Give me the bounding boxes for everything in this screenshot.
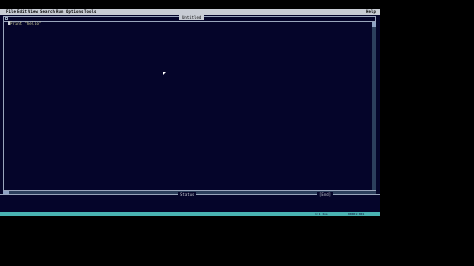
ide-screen: File Edit View Search Run Options Tools …: [0, 9, 380, 216]
scroll-thumb[interactable]: [372, 22, 376, 27]
menu-run[interactable]: Run: [56, 9, 64, 15]
close-icon[interactable]: [5, 17, 8, 20]
mouse-pointer-icon: [163, 72, 166, 75]
menu-edit[interactable]: Edit: [17, 9, 27, 15]
code-line[interactable]: Print "hello": [10, 21, 41, 26]
menu-options[interactable]: Options: [66, 9, 84, 15]
status-title: Status: [178, 192, 197, 197]
line-indicator: 00001:001: [348, 212, 365, 216]
menu-search[interactable]: Search: [40, 9, 55, 15]
editor-titlebar: Untitled: [4, 15, 375, 22]
menu-tools[interactable]: Tools: [84, 9, 97, 15]
menu-help[interactable]: Help: [366, 9, 376, 15]
status-bar: 1:1 Ins 00001:001: [0, 212, 380, 216]
vertical-scrollbar[interactable]: [372, 22, 376, 190]
menu-view[interactable]: View: [28, 9, 38, 15]
menu-file[interactable]: File: [6, 9, 16, 15]
editor-title: Untitled: [179, 15, 205, 20]
cursor-position: 1:1 Ins: [315, 212, 328, 216]
status-end-label: [End]: [317, 192, 334, 197]
status-window[interactable]: Status [End]: [0, 192, 380, 212]
editor-window[interactable]: Untitled Print "hello": [3, 15, 376, 191]
